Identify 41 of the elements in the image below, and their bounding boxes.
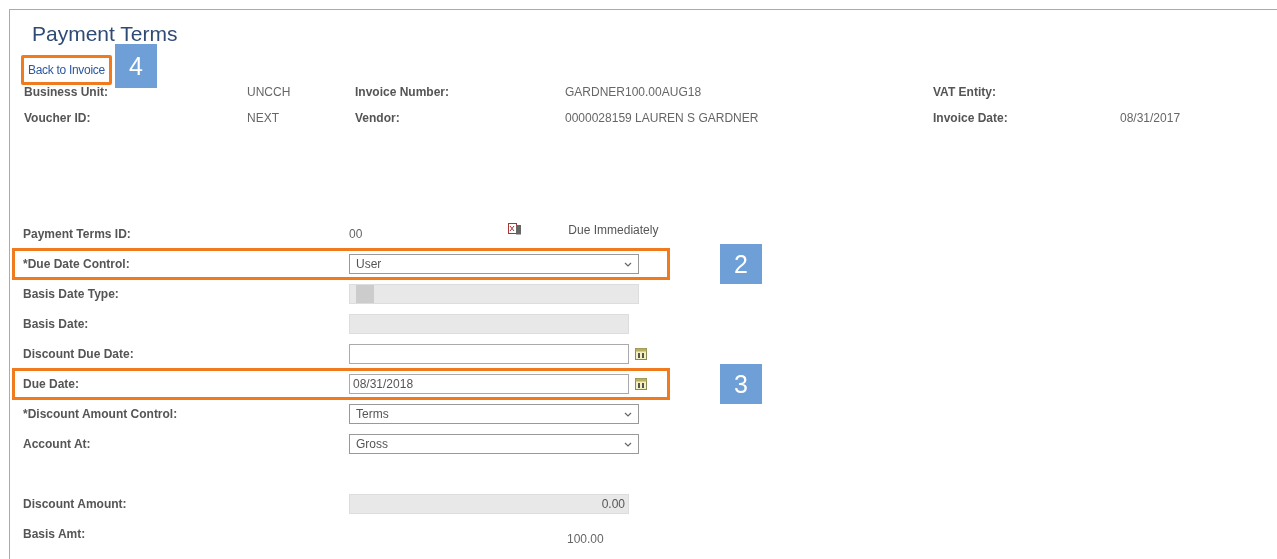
field-label: *Discount Amount Control: — [23, 407, 179, 421]
date-field[interactable]: 08/31/2018 — [349, 374, 629, 394]
field-value: 08/31/2017 — [1120, 111, 1181, 125]
field-label: Invoice Number: — [355, 85, 451, 99]
dropdown-field[interactable]: User — [349, 254, 639, 274]
field-label: Discount Amount: — [23, 497, 128, 511]
calendar-icon[interactable] — [635, 378, 647, 390]
field-value: UNCCH — [247, 85, 291, 99]
field-label: Basis Date Type: — [23, 287, 120, 301]
field-label: Due Date: — [23, 377, 80, 391]
field-value: 100.00 — [567, 532, 604, 546]
step-number-badge: 3 — [720, 364, 762, 404]
dropdown-field[interactable]: Terms — [349, 404, 639, 424]
field-label: Vendor: — [355, 111, 401, 125]
field-value: GARDNER100.00AUG18 — [565, 85, 702, 99]
step-number-badge: 2 — [720, 244, 762, 284]
date-field[interactable] — [349, 344, 629, 364]
field-label: *Due Date Control: — [23, 257, 131, 271]
calendar-icon[interactable] — [635, 348, 647, 360]
field-label: Discount Due Date: — [23, 347, 135, 361]
field-label: Business Unit: — [24, 85, 109, 99]
field-label: Invoice Date: — [933, 111, 1009, 125]
input-field: 0.00 — [349, 494, 629, 514]
step-number-badge: 4 — [114, 44, 157, 88]
field-value: 0000028159 LAUREN S GARDNER — [565, 111, 759, 125]
field-label: Voucher ID: — [24, 111, 92, 125]
field-label: VAT Entity: — [933, 85, 997, 99]
back-to-invoice-link[interactable]: Back to Invoice — [28, 63, 105, 77]
dropdown-field[interactable]: Gross — [349, 434, 639, 454]
field-value: 00 — [349, 227, 363, 241]
field-label: Account At: — [23, 437, 92, 451]
field-value: NEXT — [247, 111, 279, 125]
description-text: Due Immediately — [568, 223, 659, 237]
field-label: Basis Amt: — [23, 527, 87, 541]
caret-icon[interactable] — [624, 261, 632, 267]
field-label: Basis Date: — [23, 317, 90, 331]
field-label: Payment Terms ID: — [23, 227, 132, 241]
caret-icon[interactable] — [624, 411, 632, 417]
caret-icon[interactable] — [624, 441, 632, 447]
document-icon[interactable] — [508, 223, 523, 235]
page-title: Payment Terms — [32, 22, 179, 46]
